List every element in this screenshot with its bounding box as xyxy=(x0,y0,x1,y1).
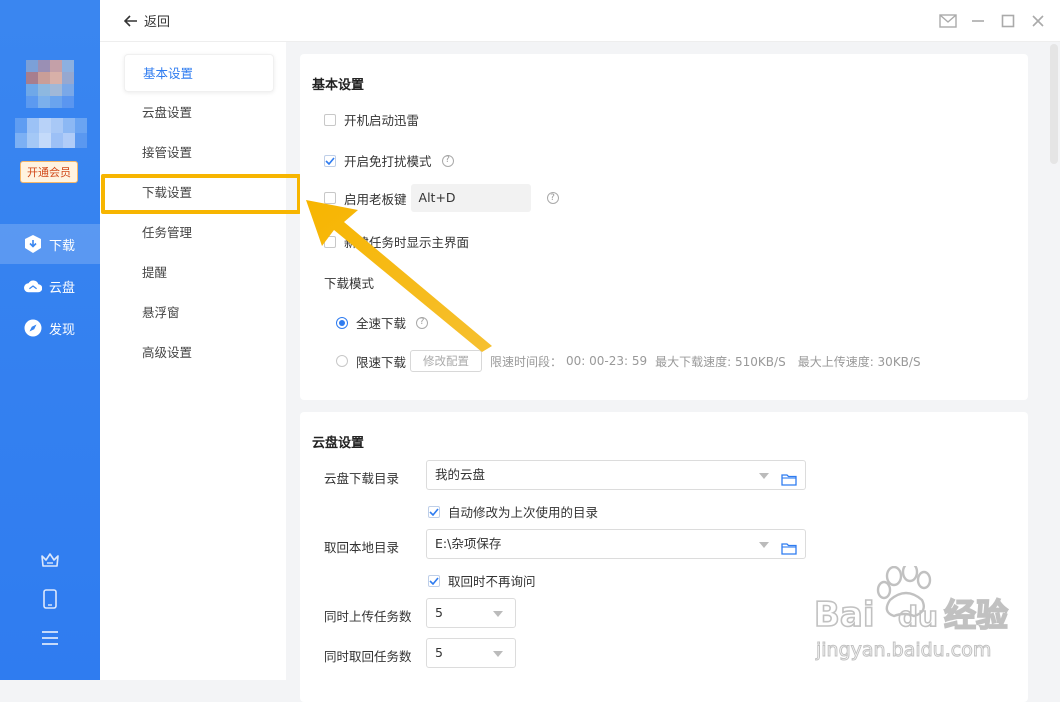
sidebar-item-cloud[interactable]: 云盘 xyxy=(0,266,100,306)
nav-item-advanced[interactable]: 高级设置 xyxy=(124,334,274,372)
upload-tasks-label: 同时上传任务数 xyxy=(324,609,412,624)
svg-text:经验: 经验 xyxy=(944,596,1008,634)
username-blurred xyxy=(15,118,87,148)
cloud-icon xyxy=(24,277,42,295)
select-value: 5 xyxy=(435,605,443,620)
check-icon xyxy=(429,507,439,516)
dnd-checkbox[interactable] xyxy=(324,154,336,167)
back-button[interactable]: 返回 xyxy=(124,11,170,30)
download-icon xyxy=(24,235,42,253)
scrollbar[interactable] xyxy=(1050,44,1058,164)
limited-speed-radio[interactable] xyxy=(336,355,348,367)
option-label: 开机启动迅雷 xyxy=(344,113,420,128)
vip-button[interactable]: 开通会员 xyxy=(20,161,78,183)
svg-text:jingyan.baidu.com: jingyan.baidu.com xyxy=(815,639,991,661)
max-download-speed: 最大下载速度: 510KB/S xyxy=(655,354,786,369)
chevron-down-icon xyxy=(759,542,769,548)
top-bar: 返回 xyxy=(100,0,1060,42)
annotation-arrow xyxy=(306,200,492,352)
sidebar-item-discover[interactable]: 发现 xyxy=(0,308,100,348)
option-label: 开启免打扰模式 xyxy=(344,154,432,169)
cloud-download-dir-select[interactable]: 我的云盘 xyxy=(426,460,806,490)
limit-time-label: 限速时间段： xyxy=(490,354,563,369)
nav-item-reminder[interactable]: 提醒 xyxy=(124,254,274,292)
compass-icon xyxy=(24,319,42,337)
help-icon[interactable]: ? xyxy=(546,192,559,204)
startup-option[interactable]: 开机启动迅雷 xyxy=(324,110,419,129)
option-label: 自动修改为上次使用的目录 xyxy=(448,505,599,520)
phone-icon[interactable] xyxy=(40,589,60,609)
highlight-box xyxy=(101,174,301,214)
check-icon xyxy=(429,576,439,585)
close-icon[interactable] xyxy=(1028,11,1048,31)
nav-item-takeover[interactable]: 接管设置 xyxy=(124,134,274,172)
startup-checkbox[interactable] xyxy=(324,113,336,126)
nav-item-basic[interactable]: 基本设置 xyxy=(124,54,274,92)
avatar[interactable] xyxy=(26,60,74,108)
select-value: E:\杂项保存 xyxy=(435,536,502,551)
chevron-down-icon xyxy=(493,651,503,657)
sidebar-item-label: 发现 xyxy=(49,322,76,338)
retrieve-dir-select[interactable]: E:\杂项保存 xyxy=(426,529,806,559)
nav-item-cloud[interactable]: 云盘设置 xyxy=(124,94,274,132)
retrieve-tasks-select[interactable]: 5 xyxy=(426,638,516,668)
nav-item-task-management[interactable]: 任务管理 xyxy=(124,214,274,252)
limit-time-value: 00: 00-23: 59 xyxy=(566,354,648,368)
mail-icon[interactable] xyxy=(938,11,958,31)
section-title: 云盘设置 xyxy=(312,436,365,451)
maximize-icon[interactable] xyxy=(998,11,1018,31)
help-icon[interactable]: ? xyxy=(441,154,454,167)
minimize-icon[interactable] xyxy=(968,11,988,31)
menu-icon[interactable] xyxy=(40,628,60,648)
retrieve-dir-label: 取回本地目录 xyxy=(324,540,400,555)
folder-icon[interactable] xyxy=(781,537,797,565)
auto-modify-option[interactable]: 自动修改为上次使用的目录 xyxy=(428,502,598,521)
select-value: 我的云盘 xyxy=(435,467,486,482)
sidebar-item-label: 云盘 xyxy=(49,280,76,296)
option-label: 取回时不再询问 xyxy=(448,574,536,589)
sidebar-item-label: 下载 xyxy=(49,238,76,254)
retrieve-tasks-label: 同时取回任务数 xyxy=(324,649,412,664)
svg-text:Bai: Bai xyxy=(814,595,875,635)
section-title: 基本设置 xyxy=(312,78,365,93)
dnd-option[interactable]: 开启免打扰模式 ? xyxy=(324,151,454,170)
chevron-down-icon xyxy=(759,473,769,479)
max-upload-speed: 最大上传速度: 30KB/S xyxy=(797,354,921,369)
cloud-download-dir-label: 云盘下载目录 xyxy=(324,471,400,486)
no-ask-option[interactable]: 取回时不再询问 xyxy=(428,571,536,590)
upload-tasks-select[interactable]: 5 xyxy=(426,598,516,628)
settings-nav: 基本设置 云盘设置 接管设置 下载设置 任务管理 提醒 悬浮窗 高级设置 xyxy=(100,42,286,680)
back-label: 返回 xyxy=(144,15,171,30)
left-rail: 开通会员 下载 云盘 发现 xyxy=(0,0,100,680)
auto-modify-checkbox[interactable] xyxy=(428,505,440,518)
select-value: 5 xyxy=(435,645,443,660)
sidebar-item-download[interactable]: 下载 xyxy=(0,224,100,264)
crown-icon[interactable] xyxy=(40,550,60,570)
check-icon xyxy=(325,156,335,165)
arrow-left-icon xyxy=(124,14,137,27)
folder-icon[interactable] xyxy=(781,468,797,496)
no-ask-checkbox[interactable] xyxy=(428,574,440,587)
chevron-down-icon xyxy=(493,611,503,617)
nav-item-floating-window[interactable]: 悬浮窗 xyxy=(124,294,274,332)
watermark-logo: Bai du 经验 jingyan.baidu.com xyxy=(806,561,1056,676)
svg-text:du: du xyxy=(898,600,938,633)
